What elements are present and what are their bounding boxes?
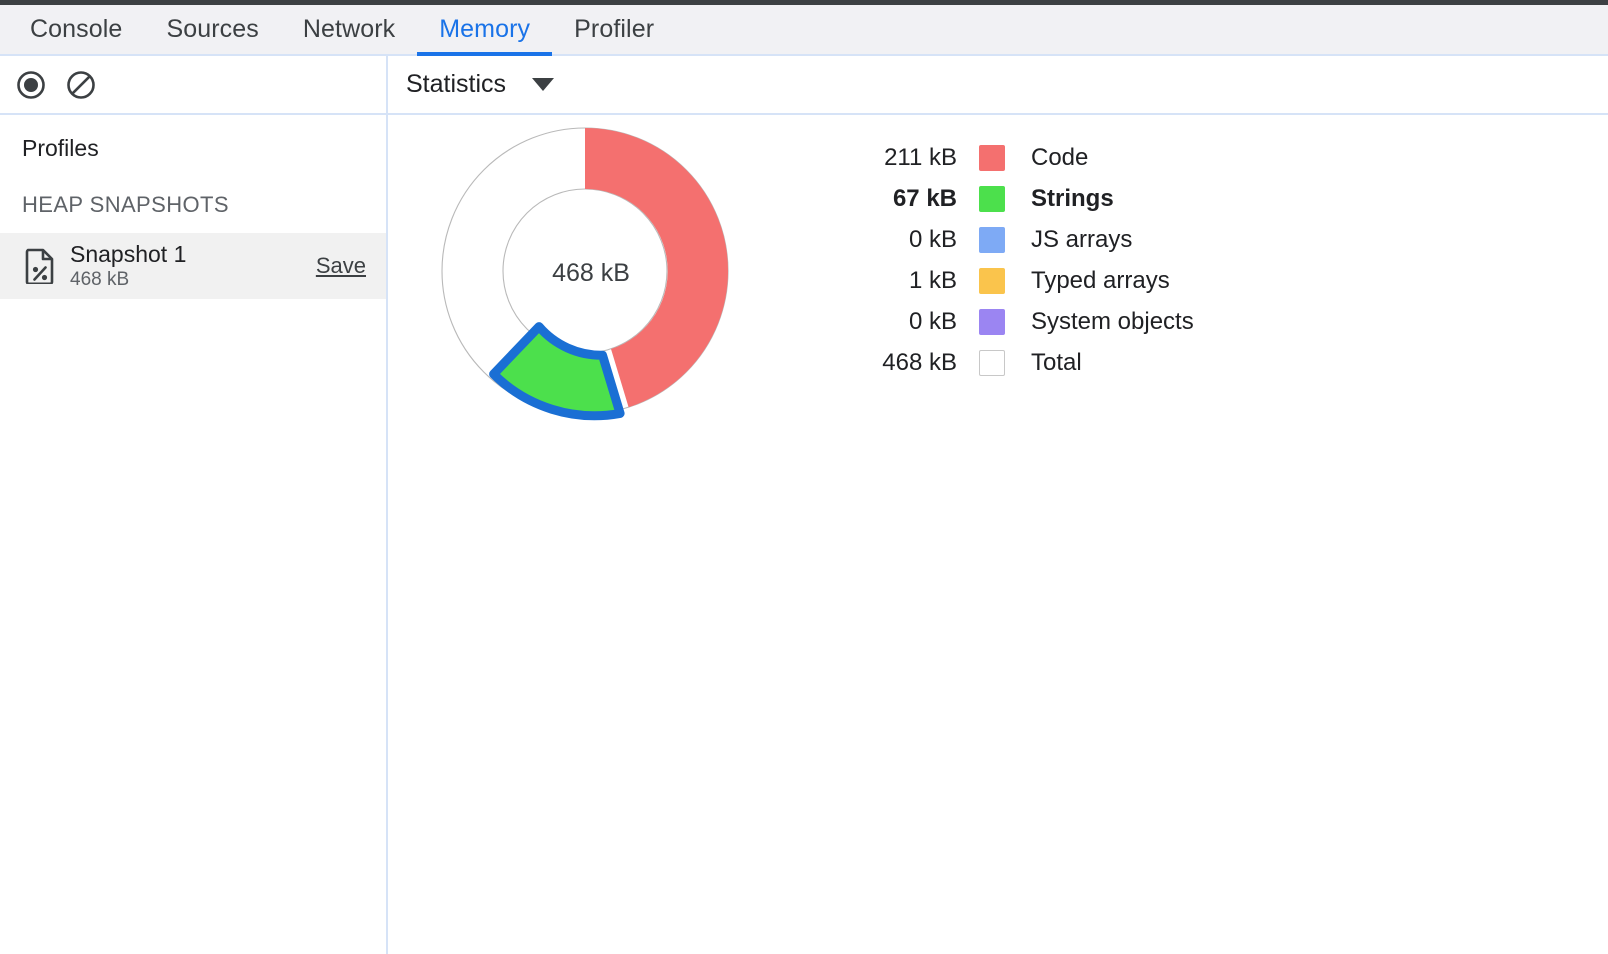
legend-value: 1 kB (853, 267, 957, 295)
chevron-down-icon[interactable] (532, 78, 554, 91)
legend-label: Strings (1031, 185, 1114, 213)
legend-row-code[interactable]: 211 kB Code (853, 137, 1194, 178)
profiles-sidebar: Profiles HEAP SNAPSHOTS Snapshot 1 468 k… (0, 115, 388, 954)
memory-toolbar: Statistics (0, 56, 1608, 115)
legend-row-system-objects[interactable]: 0 kB System objects (853, 301, 1194, 342)
section-header-heap-snapshots: HEAP SNAPSHOTS (0, 162, 386, 218)
legend-swatch-total (979, 350, 1005, 376)
devtools-window: Console Sources Network Memory Profiler (0, 0, 1608, 954)
tab-label: Profiler (574, 15, 654, 44)
legend-label: System objects (1031, 308, 1194, 336)
statistics-content: 468 kB 211 kB Code 67 kB Strings (388, 115, 1194, 437)
legend-value: 211 kB (853, 144, 957, 172)
legend-row-strings[interactable]: 67 kB Strings (853, 178, 1194, 219)
heap-snapshot-file-icon (24, 247, 56, 285)
legend-label: Total (1031, 349, 1082, 377)
view-selector[interactable]: Statistics (406, 70, 506, 99)
statistics-view: 468 kB 211 kB Code 67 kB Strings (388, 115, 1608, 954)
panel-body: Profiles HEAP SNAPSHOTS Snapshot 1 468 k… (0, 115, 1608, 954)
legend-swatch-code (979, 145, 1005, 171)
donut-svg (441, 127, 741, 437)
tab-console[interactable]: Console (8, 5, 144, 54)
legend-row-typed-arrays[interactable]: 1 kB Typed arrays (853, 260, 1194, 301)
legend-swatch-strings (979, 186, 1005, 212)
toolbar-right-group: Statistics (388, 56, 1608, 113)
legend-value: 468 kB (853, 349, 957, 377)
legend-swatch-system-objects (979, 309, 1005, 335)
memory-legend: 211 kB Code 67 kB Strings 0 kB JS arrays (853, 137, 1194, 383)
tab-profiler[interactable]: Profiler (552, 5, 676, 54)
memory-donut-chart: 468 kB (441, 127, 741, 437)
sidebar-title: Profiles (0, 115, 386, 162)
tab-sources[interactable]: Sources (144, 5, 280, 54)
legend-label: Typed arrays (1031, 267, 1170, 295)
legend-row-total[interactable]: 468 kB Total (853, 342, 1194, 383)
tab-label: Sources (166, 15, 258, 44)
legend-swatch-js-arrays (979, 227, 1005, 253)
snapshot-name: Snapshot 1 (70, 241, 316, 267)
legend-value: 67 kB (853, 185, 957, 213)
tab-network[interactable]: Network (281, 5, 417, 54)
tab-label: Memory (439, 15, 530, 44)
record-button[interactable] (14, 68, 48, 102)
clear-button[interactable] (64, 68, 98, 102)
devtools-tab-bar: Console Sources Network Memory Profiler (0, 5, 1608, 56)
snapshot-size: 468 kB (70, 269, 316, 291)
legend-label: JS arrays (1031, 226, 1132, 254)
snapshot-text-block: Snapshot 1 468 kB (70, 241, 316, 291)
record-circle-icon (16, 70, 46, 100)
save-snapshot-link[interactable]: Save (316, 253, 374, 279)
legend-label: Code (1031, 144, 1088, 172)
donut-track-inner-ring (503, 189, 667, 353)
tab-label: Network (303, 15, 395, 44)
snapshot-list-item[interactable]: Snapshot 1 468 kB Save (0, 233, 386, 299)
legend-swatch-typed-arrays (979, 268, 1005, 294)
legend-row-js-arrays[interactable]: 0 kB JS arrays (853, 219, 1194, 260)
clear-slash-circle-icon (66, 70, 96, 100)
tab-memory[interactable]: Memory (417, 5, 552, 54)
tab-label: Console (30, 15, 122, 44)
legend-value: 0 kB (853, 226, 957, 254)
legend-value: 0 kB (853, 308, 957, 336)
toolbar-left-group (0, 56, 388, 113)
